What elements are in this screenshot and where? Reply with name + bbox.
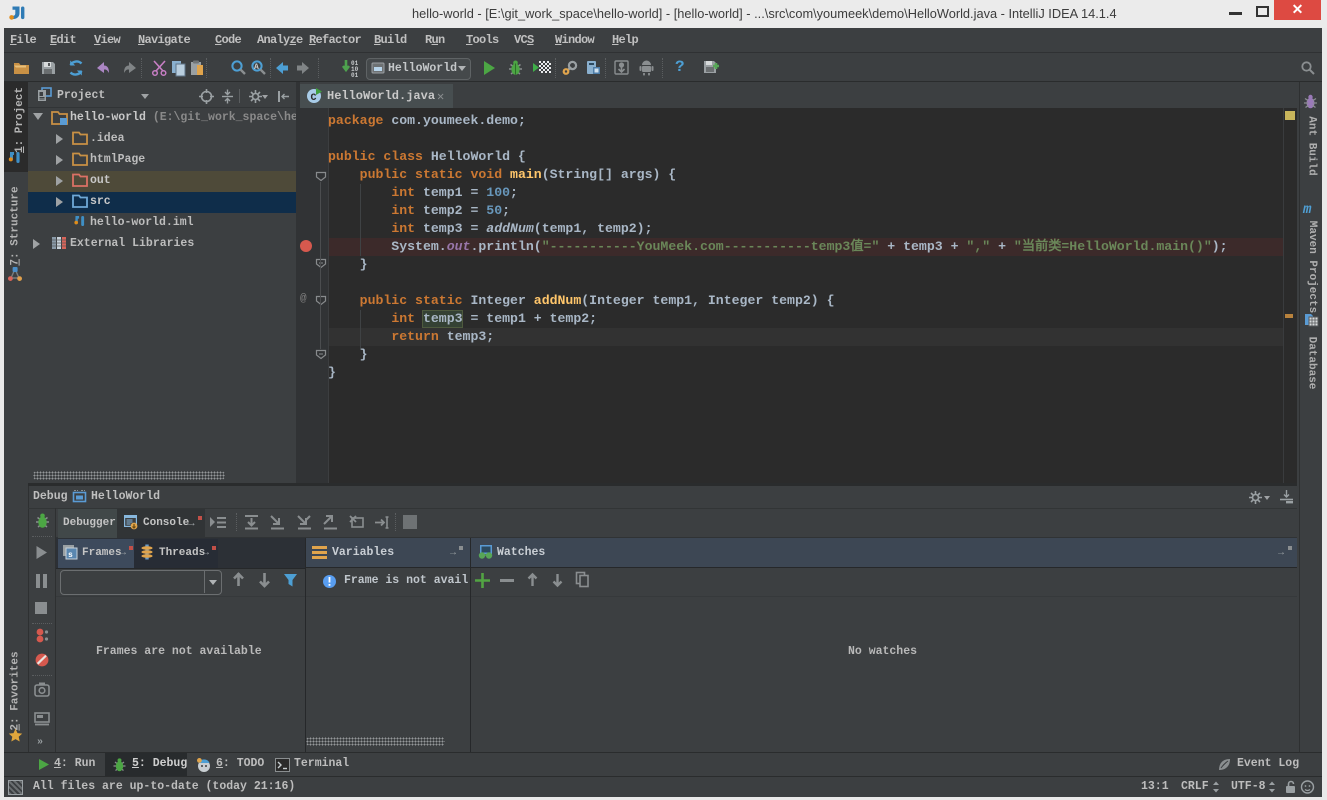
svg-text:01: 01 bbox=[351, 72, 359, 78]
svg-text:C: C bbox=[311, 93, 317, 104]
svg-text:s: s bbox=[68, 551, 73, 560]
svg-text:A: A bbox=[254, 63, 259, 72]
